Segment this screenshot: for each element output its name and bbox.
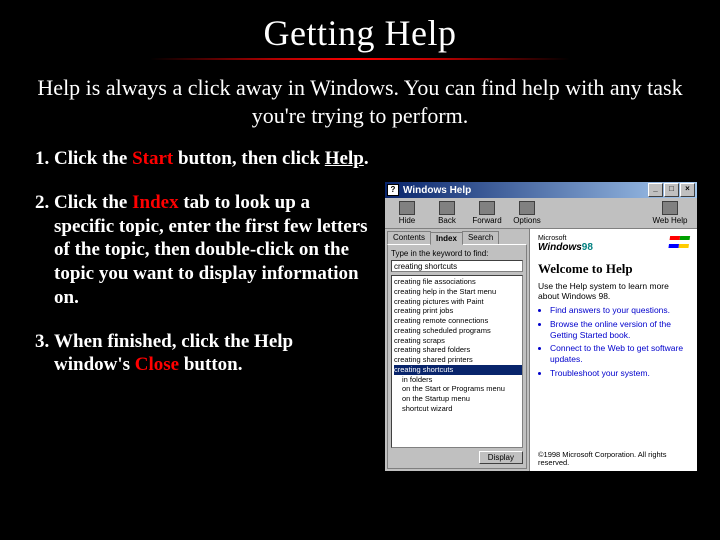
welcome-bullet[interactable]: Find answers to your questions. <box>550 305 689 316</box>
welcome-bullets: Find answers to your questions. Browse t… <box>540 305 689 381</box>
toolbar-options[interactable]: Options <box>507 200 547 225</box>
keyword-index: Index <box>132 192 178 213</box>
list-item[interactable]: creating scheduled programs <box>394 326 522 336</box>
tab-contents[interactable]: Contents <box>387 231 431 244</box>
list-item[interactable]: creating help in the Start menu <box>394 287 522 297</box>
help-window: ? Windows Help _ □ × Hide Back Forward O… <box>384 181 698 472</box>
webhelp-icon <box>662 201 678 215</box>
windows-logo-text: Microsoft Windows98 <box>538 235 593 253</box>
brand-row: Microsoft Windows98 <box>538 235 689 253</box>
help-right-pane: Microsoft Windows98 Welcome to Help Use … <box>530 229 697 471</box>
options-icon <box>519 201 535 215</box>
copyright-text: ©1998 Microsoft Corporation. All rights … <box>538 451 689 468</box>
forward-icon <box>479 201 495 215</box>
welcome-intro: Use the Help system to learn more about … <box>538 281 689 301</box>
help-panes: Contents Index Search Type in the keywor… <box>385 229 697 471</box>
windows-flag-icon <box>668 236 690 252</box>
list-item[interactable]: creating print jobs <box>394 306 522 316</box>
list-item[interactable]: creating scraps <box>394 336 522 346</box>
welcome-bullet[interactable]: Troubleshoot your system. <box>550 368 689 379</box>
close-button[interactable]: × <box>680 183 695 197</box>
index-listbox[interactable]: creating file associations creating help… <box>391 275 523 448</box>
keyword-help: Help <box>325 148 364 169</box>
help-app-icon: ? <box>387 184 399 196</box>
list-item-selected[interactable]: creating shortcuts <box>394 365 522 375</box>
index-tab-body: Type in the keyword to find: creating sh… <box>387 244 527 469</box>
toolbar-forward[interactable]: Forward <box>467 200 507 225</box>
maximize-button[interactable]: □ <box>664 183 679 197</box>
list-subitem[interactable]: shortcut wizard <box>394 404 522 414</box>
list-item[interactable]: creating remote connections <box>394 316 522 326</box>
welcome-heading: Welcome to Help <box>538 261 689 277</box>
list-item[interactable]: creating file associations <box>394 277 522 287</box>
tab-search[interactable]: Search <box>462 231 499 244</box>
list-item[interactable]: creating shared printers <box>394 355 522 365</box>
keyword-start: Start <box>132 148 173 169</box>
toolbar-webhelp[interactable]: Web Help <box>645 200 695 225</box>
list-item[interactable]: creating pictures with Paint <box>394 297 522 307</box>
help-tabs: Contents Index Search <box>387 231 527 244</box>
minimize-button[interactable]: _ <box>648 183 663 197</box>
step-2: Click the Index tab to look up a specifi… <box>54 191 372 310</box>
list-item[interactable]: creating shared folders <box>394 345 522 355</box>
display-button[interactable]: Display <box>479 451 523 464</box>
index-prompt: Type in the keyword to find: <box>391 249 523 258</box>
welcome-bullet[interactable]: Connect to the Web to get software updat… <box>550 343 689 364</box>
toolbar-back[interactable]: Back <box>427 200 467 225</box>
steps-list: Click the Start button, then click Help.… <box>22 147 384 397</box>
slide: Getting Help Help is always a click away… <box>0 0 720 540</box>
help-toolbar: Hide Back Forward Options Web Help <box>385 198 697 229</box>
welcome-bullet[interactable]: Browse the online version of the Getting… <box>550 319 689 340</box>
toolbar-hide[interactable]: Hide <box>387 200 427 225</box>
back-icon <box>439 201 455 215</box>
list-subitem[interactable]: in folders <box>394 375 522 385</box>
keyword-close: Close <box>135 354 179 375</box>
index-search-input[interactable]: creating shortcuts <box>391 260 523 272</box>
step-1: Click the Start button, then click Help. <box>54 147 372 171</box>
hide-icon <box>399 201 415 215</box>
help-window-title: Windows Help <box>403 185 471 196</box>
slide-title: Getting Help <box>22 12 698 54</box>
content-row: Click the Start button, then click Help.… <box>22 147 698 472</box>
help-titlebar[interactable]: ? Windows Help _ □ × <box>385 182 697 198</box>
title-divider <box>150 58 570 60</box>
list-subitem[interactable]: on the Startup menu <box>394 394 522 404</box>
help-left-pane: Contents Index Search Type in the keywor… <box>385 229 530 471</box>
step-3: When finished, click the Help window's C… <box>54 330 372 378</box>
list-subitem[interactable]: on the Start or Programs menu <box>394 384 522 394</box>
tab-index[interactable]: Index <box>430 232 463 245</box>
slide-subtitle: Help is always a click away in Windows. … <box>22 74 698 129</box>
